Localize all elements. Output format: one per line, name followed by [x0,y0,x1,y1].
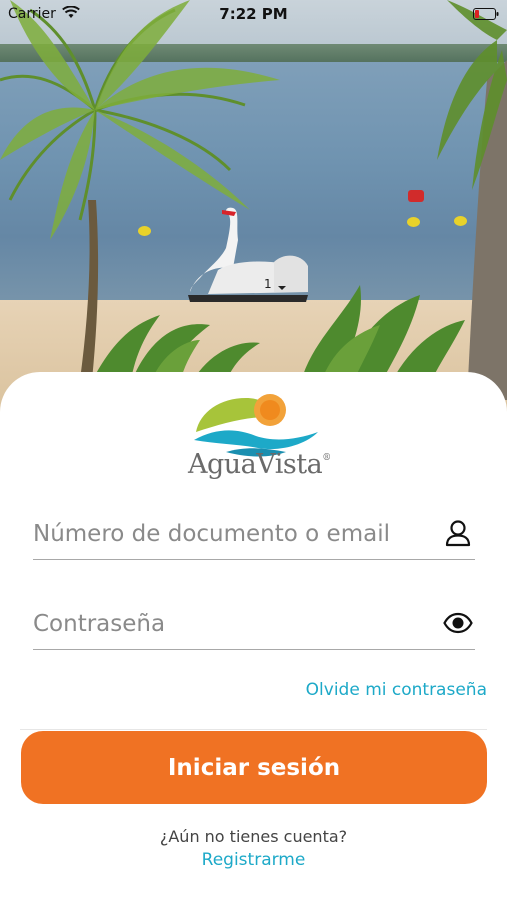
user-icon [445,520,471,547]
brand-name-text: AguaVista [188,449,323,480]
battery-icon [473,8,499,20]
divider [20,729,487,730]
password-field[interactable] [33,600,475,650]
palm-tree [437,0,507,400]
registered-mark: ® [322,453,331,463]
register-link[interactable]: Registrarme [0,850,507,870]
beach-background-image: 1 [0,0,507,420]
username-field[interactable] [33,510,475,560]
palm-tree [0,0,280,380]
password-input[interactable] [33,606,423,642]
brand-name: AguaVista® [188,449,338,480]
status-time: 7:22 PM [219,5,288,23]
eye-icon[interactable] [443,608,473,638]
forgot-password-link[interactable]: Olvide mi contraseña [306,680,487,700]
username-input[interactable] [33,516,423,552]
login-button[interactable]: Iniciar sesión [21,731,487,804]
no-account-text: ¿Aún no tienes cuenta? [159,827,348,846]
status-bar: Carrier 7:22 PM [0,0,507,30]
